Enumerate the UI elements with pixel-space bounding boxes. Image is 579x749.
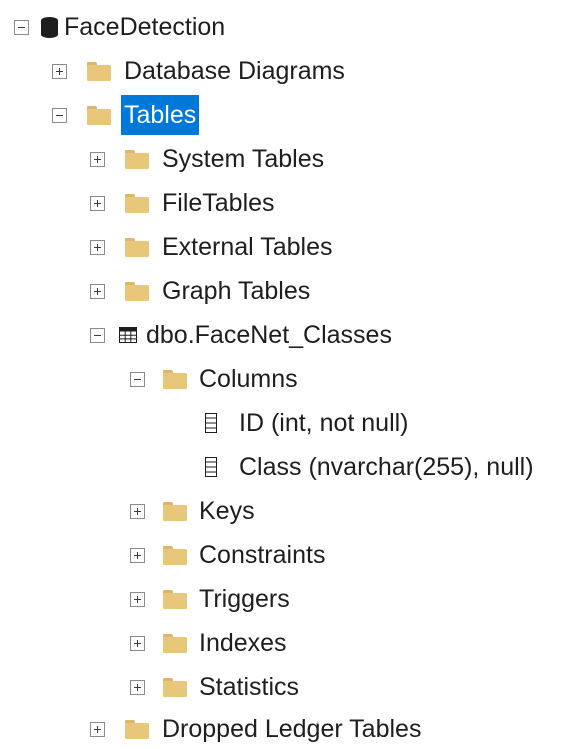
tree-node-label[interactable]: System Tables (159, 139, 327, 179)
folder-icon (125, 719, 149, 739)
database-icon (41, 16, 58, 38)
expand-toggle-icon[interactable] (90, 239, 105, 255)
folder-icon (163, 545, 187, 565)
tree-node-label[interactable]: ID (int, not null) (236, 403, 412, 443)
folder-icon (163, 589, 187, 609)
expand-toggle-icon[interactable] (130, 547, 145, 563)
folder-icon (163, 501, 187, 521)
tree-node-column-id[interactable]: ID (int, not null) (205, 403, 412, 443)
expand-toggle-icon[interactable] (90, 195, 105, 211)
folder-icon (125, 149, 149, 169)
tree-node-label[interactable]: Class (nvarchar(255), null) (236, 447, 537, 487)
expand-toggle-icon[interactable] (90, 283, 105, 299)
tree-node-tables[interactable]: Tables (52, 95, 200, 135)
tree-node-keys[interactable]: Keys (130, 491, 258, 531)
expand-toggle-icon[interactable] (90, 721, 105, 737)
tree-node-system-tables[interactable]: System Tables (90, 139, 327, 179)
tree-node-label[interactable]: Graph Tables (159, 271, 313, 311)
tree-node-database-diagrams[interactable]: Database Diagrams (52, 51, 348, 91)
folder-icon (87, 105, 111, 125)
collapse-toggle-icon[interactable] (130, 371, 145, 387)
table-icon (119, 327, 137, 343)
expand-toggle-icon[interactable] (130, 635, 145, 651)
tree-node-facedetection[interactable]: FaceDetection (14, 7, 228, 47)
tree-node-dropped-ledger-tables[interactable]: Dropped Ledger Tables (90, 709, 424, 749)
collapse-toggle-icon[interactable] (14, 19, 29, 35)
tree-node-triggers[interactable]: Triggers (130, 579, 293, 619)
expand-toggle-icon[interactable] (52, 63, 67, 79)
column-icon (205, 457, 217, 477)
collapse-toggle-icon[interactable] (90, 327, 105, 343)
tree-node-filetables[interactable]: FileTables (90, 183, 278, 223)
tree-node-label[interactable]: Statistics (196, 667, 302, 707)
tree-node-label[interactable]: Triggers (196, 579, 293, 619)
expand-toggle-icon[interactable] (130, 679, 145, 695)
tree-node-label[interactable]: Columns (196, 359, 301, 399)
folder-icon (87, 61, 111, 81)
tree-node-label[interactable]: Keys (196, 491, 258, 531)
expand-toggle-icon[interactable] (130, 591, 145, 607)
expand-toggle-icon[interactable] (130, 503, 145, 519)
tree-node-facenet-classes-table[interactable]: dbo.FaceNet_Classes (90, 315, 395, 355)
tree-node-label[interactable]: dbo.FaceNet_Classes (143, 315, 395, 355)
folder-icon (163, 677, 187, 697)
tree-node-label[interactable]: External Tables (159, 227, 335, 267)
tree-node-label[interactable]: FileTables (159, 183, 278, 223)
folder-icon (125, 237, 149, 257)
tree-node-indexes[interactable]: Indexes (130, 623, 290, 663)
tree-node-label[interactable]: Dropped Ledger Tables (159, 709, 424, 749)
column-icon (205, 413, 217, 433)
folder-icon (163, 633, 187, 653)
folder-icon (163, 369, 187, 389)
tree-node-external-tables[interactable]: External Tables (90, 227, 335, 267)
tree-node-label[interactable]: Database Diagrams (121, 51, 348, 91)
object-explorer-tree: FaceDetection Database Diagrams Tables S… (0, 0, 579, 749)
collapse-toggle-icon[interactable] (52, 107, 67, 123)
expand-toggle-icon[interactable] (90, 151, 105, 167)
tree-node-label[interactable]: Indexes (196, 623, 290, 663)
tree-node-constraints[interactable]: Constraints (130, 535, 328, 575)
tree-node-graph-tables[interactable]: Graph Tables (90, 271, 313, 311)
folder-icon (125, 281, 149, 301)
tree-node-label-selected[interactable]: Tables (121, 95, 200, 135)
tree-node-statistics[interactable]: Statistics (130, 667, 302, 707)
tree-node-columns[interactable]: Columns (130, 359, 301, 399)
tree-node-column-class[interactable]: Class (nvarchar(255), null) (205, 447, 537, 487)
tree-node-label[interactable]: FaceDetection (61, 7, 228, 47)
folder-icon (125, 193, 149, 213)
tree-node-label[interactable]: Constraints (196, 535, 328, 575)
